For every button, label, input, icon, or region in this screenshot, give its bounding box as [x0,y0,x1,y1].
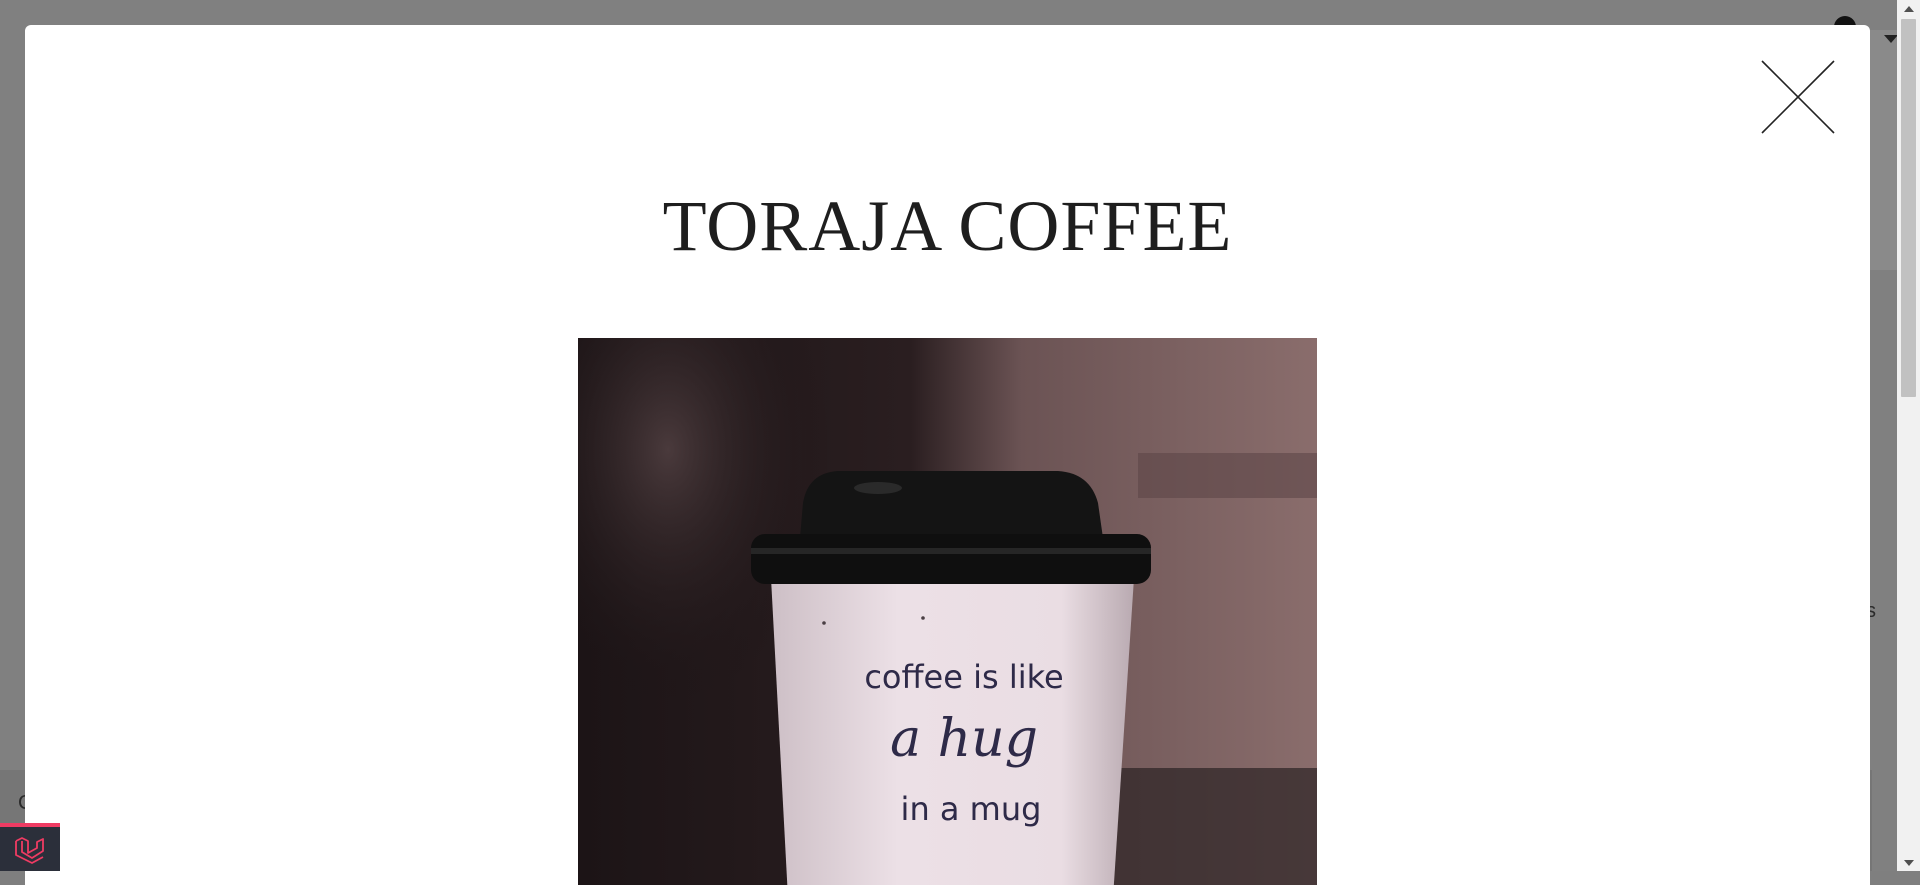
vertical-scrollbar[interactable] [1897,0,1920,871]
scrollbar-thumb[interactable] [1901,19,1916,397]
scroll-up-arrow-icon[interactable] [1897,0,1920,17]
close-button[interactable] [1760,59,1836,135]
cup-text-line: a hug [890,709,1038,769]
modal-title: TORAJA COFFEE [662,186,1233,266]
cup-text-line: coffee is like [864,658,1063,696]
product-modal: TORAJA COFFEE coffee is like a hug in a … [25,25,1870,885]
scroll-down-arrow-icon[interactable] [1897,854,1920,871]
laravel-logo-icon [15,837,44,864]
product-image: coffee is like a hug in a mug [578,338,1317,885]
cup-text-line: in a mug [901,790,1042,828]
chevron-down-icon [1884,35,1898,43]
close-icon [1761,60,1835,134]
background-header-strip [1870,30,1898,270]
laravel-debugbar-badge[interactable] [0,823,60,871]
